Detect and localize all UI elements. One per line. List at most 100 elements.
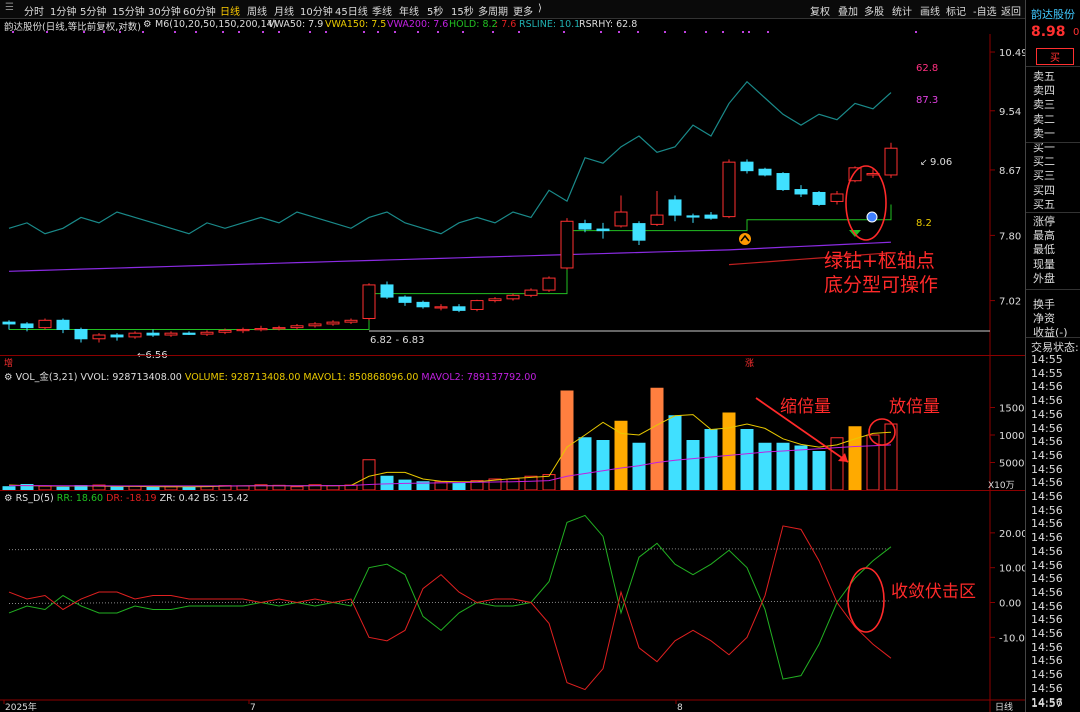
tick-time: 14:56 xyxy=(1031,448,1063,462)
toolbar-action[interactable]: 多股 xyxy=(864,3,884,18)
hold-extra-value: : 7.6 xyxy=(495,19,517,30)
buy-button[interactable]: 买 xyxy=(1036,48,1074,65)
tick-time: 14:56 xyxy=(1031,435,1063,449)
timeframe-tab[interactable]: 月线 xyxy=(274,3,294,18)
volume-bar xyxy=(812,451,826,491)
timeframe-tab[interactable]: 周线 xyxy=(247,3,267,18)
panel-divider xyxy=(1026,212,1080,213)
x-axis-label: 2025年 xyxy=(5,701,37,712)
quote-field-label: 外盘 xyxy=(1033,271,1055,285)
candle-body xyxy=(812,191,826,205)
toolbar-action[interactable]: 画线 xyxy=(920,3,940,18)
panel-divider xyxy=(1026,337,1080,338)
candle-body xyxy=(794,189,808,195)
candle-body xyxy=(614,211,628,227)
settings-gear-icon[interactable]: ⚙ xyxy=(4,372,13,383)
timeframe-tab[interactable]: 更多 xyxy=(513,3,533,18)
mavol2-value: MAVOL2: 789137792.00 xyxy=(421,372,537,383)
candle-body xyxy=(722,161,736,218)
annotation-text: 缩倍量 xyxy=(780,397,831,417)
x-axis-label: 7 xyxy=(250,703,256,712)
quote-panel: 韵达股份8.980.3买卖五卖四卖三卖二卖一买一买二买三买四买五涨停最高最低现量… xyxy=(1025,0,1080,712)
panel-stock-name: 韵达股份 xyxy=(1031,8,1075,21)
tick-time: 14:56 xyxy=(1031,599,1063,613)
annotation-circle xyxy=(847,567,885,633)
tick-time: 14:57 xyxy=(1031,697,1063,710)
chart-canvas[interactable]: 10.49 9.54 8.67 7.80 7.02 62.8 87.3 6.82 - 6.83… xyxy=(0,0,1025,712)
candle-body xyxy=(74,328,88,340)
volume-bar xyxy=(524,475,538,491)
candle-body xyxy=(344,319,358,323)
timeframe-tab[interactable]: 季线 xyxy=(372,3,392,18)
tick-time: 14:56 xyxy=(1031,407,1063,421)
candle-body xyxy=(884,147,898,176)
x-axis-period-label: 日线 xyxy=(995,701,1013,712)
toolbar-action[interactable]: -自选 xyxy=(973,3,997,18)
timeframe-tab[interactable]: 年线 xyxy=(399,3,419,18)
settings-gear-icon[interactable]: ⚙ xyxy=(143,19,152,30)
volume-bar xyxy=(578,437,592,491)
panel-divider xyxy=(1026,289,1080,290)
volume-bar xyxy=(398,479,412,491)
toolbar-action[interactable]: 标记 xyxy=(946,3,966,18)
rsline-line xyxy=(8,80,892,235)
timeframe-tab[interactable]: 5分钟 xyxy=(80,3,106,18)
candle-body xyxy=(362,284,376,319)
more-arrow-icon[interactable]: ⟩ xyxy=(538,3,542,14)
timeframe-toolbar: 分时 1分钟 5分钟 15分钟 30分钟 60分钟 日线 周线 月线 10分钟 45日线 季线 年线 5秒… xyxy=(0,0,1025,19)
candle-body xyxy=(308,323,322,327)
candle-body xyxy=(200,331,214,335)
timeframe-tab[interactable]: 10分钟 xyxy=(300,3,333,18)
timeframe-tab[interactable]: 5秒 xyxy=(427,3,443,18)
tick-time: 14:56 xyxy=(1031,503,1063,517)
volume-bar xyxy=(650,387,664,491)
toolbar-action[interactable]: 复权 xyxy=(810,3,830,18)
timeframe-tab[interactable]: 分时 xyxy=(24,3,44,18)
timeframe-tab[interactable]: 多周期 xyxy=(478,3,508,18)
rs-y-tick-label: 20.00 xyxy=(999,529,1025,540)
bs-value: BS: 15.42 xyxy=(202,493,249,504)
tick-time: 14:56 xyxy=(1031,613,1063,627)
volume-bar xyxy=(686,440,700,491)
volume-bar xyxy=(848,426,862,491)
candle-body xyxy=(596,228,610,232)
high-marker: 9.06 xyxy=(930,157,952,168)
candle-body xyxy=(470,300,484,310)
candle-body xyxy=(524,289,538,296)
timeframe-tab[interactable]: 15分钟 xyxy=(112,3,145,18)
candle-body xyxy=(164,332,178,336)
timeframe-tab[interactable]: 日线 xyxy=(220,3,240,18)
timeframe-tab[interactable]: 45日线 xyxy=(335,3,368,18)
volume-bar xyxy=(794,445,808,491)
timeframe-tab[interactable]: 60分钟 xyxy=(183,3,216,18)
candle-body xyxy=(110,334,124,338)
volume-bar xyxy=(704,429,718,491)
timeframe-tab[interactable]: 30分钟 xyxy=(148,3,181,18)
candle-body xyxy=(92,334,106,340)
candle-body xyxy=(704,214,718,219)
x-axis-label: 8 xyxy=(677,703,683,712)
zr-line xyxy=(9,600,892,605)
toolbar-action[interactable]: 叠加 xyxy=(838,3,858,18)
settings-gear-icon[interactable]: ⚙ xyxy=(4,493,13,504)
stock-title: 韵达股份(日线,等比前复权,对数) xyxy=(4,22,141,33)
volume-rs-separator xyxy=(0,490,1025,491)
annotation-circle xyxy=(845,165,887,241)
tick-time: 14:56 xyxy=(1031,517,1063,531)
toolbar-action[interactable]: 统计 xyxy=(892,3,912,18)
menu-icon[interactable]: ☰ xyxy=(5,2,14,13)
range-label: 6.82 - 6.83 xyxy=(370,335,425,346)
pivot-ball-icon xyxy=(866,211,878,223)
rs-label-top: 62.8 xyxy=(916,63,938,74)
rr-line xyxy=(8,514,892,680)
volume-y-tick-label: 10000 xyxy=(999,431,1025,442)
timeframe-tab[interactable]: 1分钟 xyxy=(50,3,76,18)
hold-marker: 8.2 xyxy=(916,218,932,229)
vwa200-value: VWA200: 7.6 xyxy=(387,19,449,30)
toolbar-action[interactable]: 返回 xyxy=(1001,3,1021,18)
candle-body xyxy=(632,223,646,241)
candle-body xyxy=(776,173,790,191)
price-volume-separator xyxy=(0,355,1025,356)
panel-price: 8.98 xyxy=(1031,24,1066,40)
timeframe-tab[interactable]: 15秒 xyxy=(451,3,474,18)
